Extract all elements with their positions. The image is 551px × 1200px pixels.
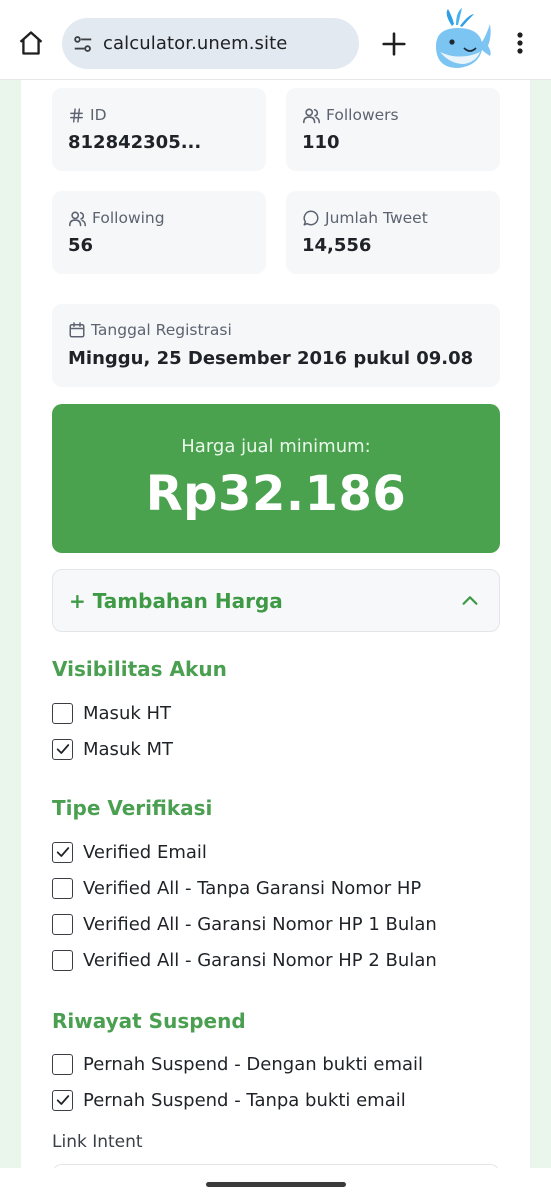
option-label[interactable]: Verified All - Garansi Nomor HP 2 Bulan (83, 950, 437, 971)
checkbox[interactable] (52, 702, 73, 724)
tweets-card: Jumlah Tweet 14,556 (286, 191, 500, 274)
tweets-label: Jumlah Tweet (325, 209, 428, 227)
checkbox[interactable] (52, 949, 73, 971)
id-label: ID (90, 106, 107, 124)
check-icon (56, 847, 69, 857)
checkbox[interactable] (52, 1089, 73, 1111)
registration-label: Tanggal Registrasi (91, 321, 232, 339)
hash-icon (70, 107, 83, 123)
checkbox[interactable] (52, 877, 73, 899)
option-label[interactable]: Pernah Suspend - Dengan bukti email (83, 1054, 423, 1075)
calendar-icon (69, 322, 85, 338)
visibility-section-title: Visibilitas Akun (52, 657, 227, 681)
following-label: Following (92, 209, 165, 227)
option-verified-all-1-month[interactable]: Verified All - Garansi Nomor HP 1 Bulan (52, 912, 437, 936)
address-bar[interactable]: calculator.unem.site (62, 18, 359, 69)
users-icon (303, 108, 320, 123)
checkbox[interactable] (52, 1053, 73, 1075)
registration-label-row: Tanggal Registrasi (68, 321, 232, 339)
option-label[interactable]: Masuk HT (83, 703, 171, 724)
home-icon[interactable] (14, 26, 48, 60)
followers-label: Followers (326, 106, 399, 124)
tweets-value: 14,556 (302, 235, 372, 256)
accordion-title[interactable]: + Tambahan Harga (69, 589, 283, 613)
minimum-price-value: Rp32.186 (145, 466, 407, 522)
check-icon (56, 1095, 69, 1105)
followers-value: 110 (302, 132, 340, 153)
id-card: ID 812842305... (52, 88, 266, 171)
option-verified-all-2-month[interactable]: Verified All - Garansi Nomor HP 2 Bulan (52, 948, 437, 972)
option-suspend-with-proof[interactable]: Pernah Suspend - Dengan bukti email (52, 1052, 423, 1076)
url-text[interactable]: calculator.unem.site (103, 33, 287, 54)
registration-value: Minggu, 25 Desember 2016 pukul 09.08 (68, 348, 474, 369)
minimum-price-label: Harga jual minimum: (181, 436, 371, 457)
link-intent-label: Link Intent (52, 1132, 143, 1152)
option-label[interactable]: Verified All - Tanpa Garansi Nomor HP (83, 878, 421, 899)
browser-toolbar: calculator.unem.site (0, 0, 551, 80)
gesture-handle[interactable] (206, 1182, 346, 1187)
following-value: 56 (68, 235, 94, 256)
checkbox[interactable] (52, 738, 73, 760)
plus-icon[interactable] (379, 29, 409, 59)
option-verified-email[interactable]: Verified Email (52, 840, 207, 864)
option-verified-all-no-warranty[interactable]: Verified All - Tanpa Garansi Nomor HP (52, 876, 421, 900)
registration-card: Tanggal Registrasi Minggu, 25 Desember 2… (52, 304, 500, 387)
minimum-price-box: Harga jual minimum: Rp32.186 (52, 404, 500, 553)
followers-card: Followers 110 (286, 88, 500, 171)
option-masuk-ht[interactable]: Masuk HT (52, 701, 171, 725)
tune-icon[interactable] (72, 33, 94, 55)
option-label[interactable]: Verified All - Garansi Nomor HP 1 Bulan (83, 914, 437, 935)
whale-avatar[interactable] (430, 6, 494, 72)
following-card: Following 56 (52, 191, 266, 274)
checkbox[interactable] (52, 841, 73, 863)
system-nav-bar (0, 1168, 551, 1200)
suspend-section-title: Riwayat Suspend (52, 1009, 246, 1033)
chevron-up-icon[interactable] (459, 590, 481, 612)
additional-price-accordion[interactable]: + Tambahan Harga (52, 569, 500, 632)
followers-label-row: Followers (302, 106, 399, 124)
option-label[interactable]: Masuk MT (83, 739, 173, 760)
id-label-row: ID (68, 106, 107, 124)
checkbox[interactable] (52, 913, 73, 935)
more-vert-icon[interactable] (508, 26, 532, 60)
option-label[interactable]: Pernah Suspend - Tanpa bukti email (83, 1090, 406, 1111)
tweets-label-row: Jumlah Tweet (302, 209, 428, 227)
verification-section-title: Tipe Verifikasi (52, 796, 213, 820)
option-suspend-without-proof[interactable]: Pernah Suspend - Tanpa bukti email (52, 1088, 406, 1112)
option-label[interactable]: Verified Email (83, 842, 207, 863)
option-masuk-mt[interactable]: Masuk MT (52, 737, 173, 761)
following-label-row: Following (68, 209, 165, 227)
users-icon (69, 211, 86, 226)
check-icon (56, 744, 69, 754)
content-panel: ID 812842305... Followers 110 Following … (21, 80, 530, 1184)
id-value: 812842305... (68, 132, 202, 153)
message-circle-icon (303, 210, 319, 226)
